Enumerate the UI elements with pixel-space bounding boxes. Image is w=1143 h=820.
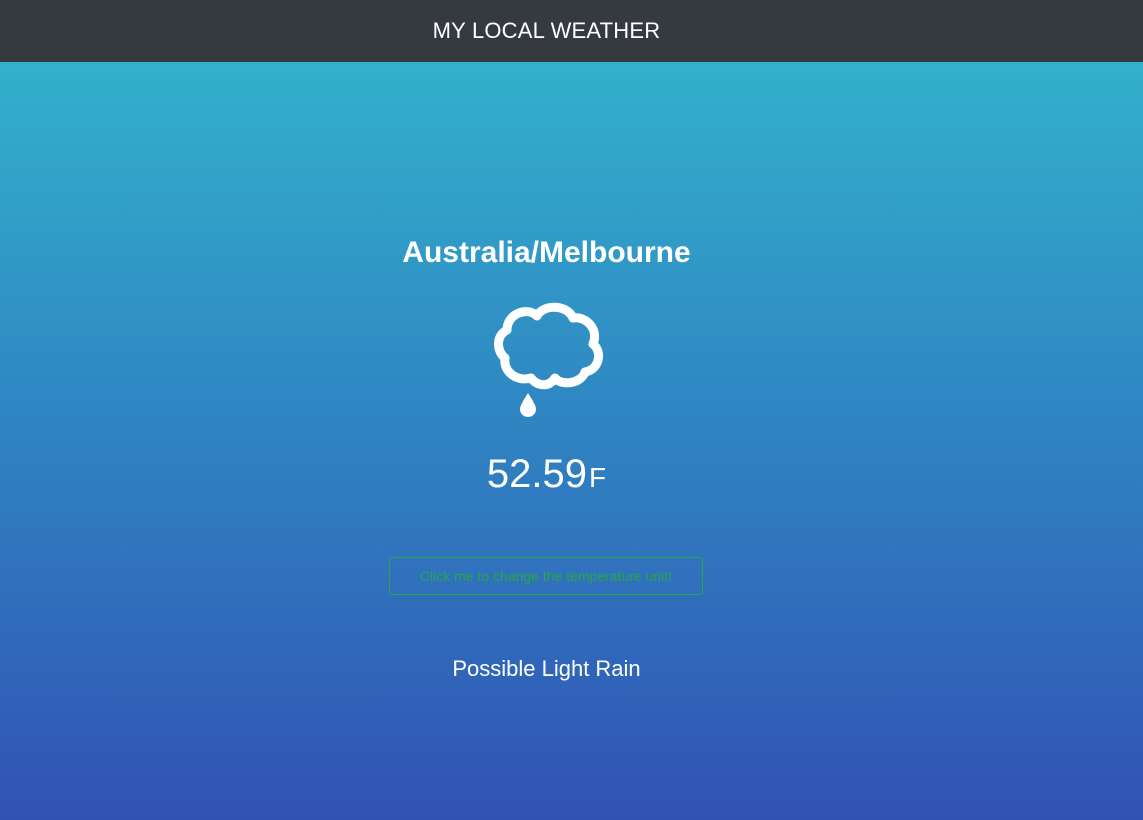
temperature-unit: F [589,462,607,493]
location-heading: Australia/Melbourne [402,236,691,269]
top-navbar: MY LOCAL WEATHER [0,0,1143,62]
weather-panel: Australia/Melbourne 52.59F Click me to c… [0,62,1143,820]
temperature-value: 52.59 [486,452,587,496]
change-unit-button[interactable]: Click me to change the temperature unit! [389,557,703,595]
weather-summary: Possible Light Rain [452,656,641,681]
temperature-display: 52.59F [0,452,1093,497]
cloud-rain-drop-icon [494,302,604,417]
app-title: MY LOCAL WEATHER [432,18,661,43]
